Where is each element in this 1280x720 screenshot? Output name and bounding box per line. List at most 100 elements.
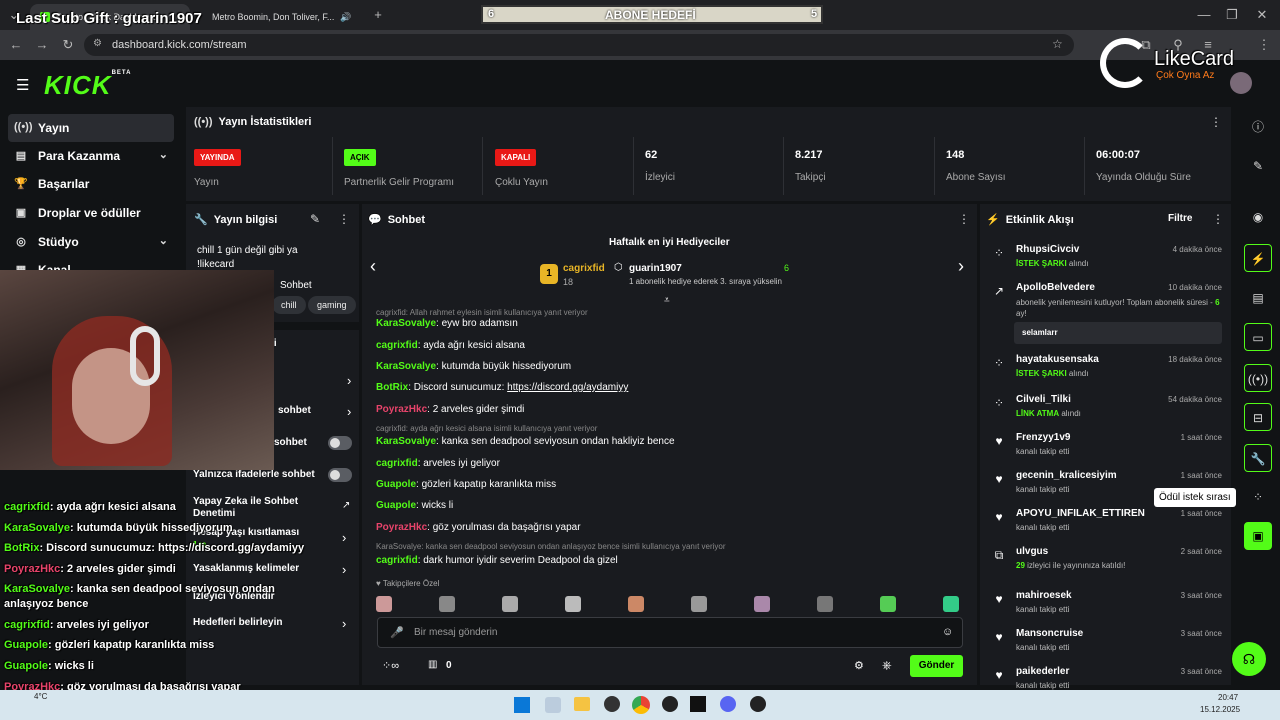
chat-username[interactable]: PoyrazHkc bbox=[376, 522, 427, 533]
kick-logo[interactable]: KICKBETA bbox=[44, 70, 131, 101]
pencil-icon[interactable]: ✎ bbox=[1244, 152, 1272, 180]
explorer-icon[interactable] bbox=[574, 697, 590, 711]
activity-username[interactable]: ApolloBelvedere bbox=[1016, 282, 1095, 293]
emote-icon[interactable] bbox=[817, 596, 833, 612]
chevron-right-icon[interactable]: › bbox=[958, 256, 964, 277]
info-icon[interactable]: ⓘ bbox=[1244, 113, 1272, 141]
emote-only-toggle[interactable] bbox=[328, 468, 352, 482]
chevron-right-icon[interactable]: › bbox=[342, 562, 346, 577]
emote-icon[interactable] bbox=[880, 596, 896, 612]
chevron-left-icon[interactable]: ‹ bbox=[370, 256, 376, 277]
chat-username[interactable]: cagrixfid bbox=[376, 555, 418, 566]
wrench-button-icon[interactable]: 🔧 bbox=[1244, 444, 1272, 472]
broadcast-button-icon[interactable]: ((•)) bbox=[1244, 364, 1272, 392]
activity-username[interactable]: Cilveli_Tilki bbox=[1016, 394, 1071, 405]
chat-message[interactable]: Guapole: wicks li bbox=[376, 500, 453, 511]
emoji-icon[interactable]: ☺ bbox=[942, 626, 953, 638]
chat-message[interactable]: PoyrazHkc: 2 arveles gider şimdi bbox=[376, 404, 524, 415]
emote-icon[interactable] bbox=[691, 596, 707, 612]
chart-icon[interactable]: ↗ bbox=[342, 500, 350, 511]
activity-menu-icon[interactable]: ⋮ bbox=[1212, 212, 1224, 226]
activity-username[interactable]: mahiroesek bbox=[1016, 590, 1072, 601]
layout-icon[interactable]: ⊟ bbox=[1244, 403, 1272, 431]
chat-username[interactable]: Guapole bbox=[376, 479, 416, 490]
emote-icon[interactable] bbox=[628, 596, 644, 612]
activity-username[interactable]: ulvgus bbox=[1016, 546, 1048, 557]
app-icon[interactable] bbox=[690, 696, 706, 712]
url-input[interactable]: ⚙ dashboard.kick.com/stream ☆ bbox=[84, 34, 1074, 56]
stats-menu-icon[interactable]: ⋮ bbox=[1210, 115, 1222, 129]
chevron-right-icon[interactable]: › bbox=[342, 616, 346, 631]
activity-username[interactable]: gecenin_kralicesiyim bbox=[1016, 470, 1117, 481]
chat-username[interactable]: KaraSovalye bbox=[376, 436, 436, 447]
chat-username[interactable]: cagrixfid bbox=[376, 458, 418, 469]
infinity-icon[interactable]: ⁘∞ bbox=[382, 659, 399, 672]
audio-icon[interactable]: 🔊 bbox=[340, 12, 351, 23]
maximize-icon[interactable]: ❐ bbox=[1224, 7, 1240, 23]
windows-start-icon[interactable] bbox=[514, 697, 530, 713]
mic-icon[interactable]: 🎤 bbox=[390, 626, 404, 639]
reload-icon[interactable]: ↻ bbox=[60, 37, 76, 53]
store-icon[interactable]: ▥ bbox=[428, 659, 437, 670]
tag-chip[interactable]: gaming bbox=[308, 296, 356, 314]
camera-icon[interactable]: ◉ bbox=[1244, 203, 1272, 231]
chat-username[interactable]: KaraSovalye bbox=[376, 361, 436, 372]
chrome-icon[interactable] bbox=[632, 696, 650, 714]
chat-message[interactable]: KaraSovalye: kutumda büyük hissediyorum bbox=[376, 361, 571, 372]
activity-username[interactable]: APOYU_INFILAK_ETTIREN bbox=[1016, 508, 1145, 519]
emote-icon[interactable] bbox=[439, 596, 455, 612]
chat-message[interactable]: Guapole: gözleri kapatıp karanlıkta miss bbox=[376, 479, 556, 490]
sidebar-item-basarilar[interactable]: 🏆 Başarılar bbox=[8, 170, 174, 198]
emote-icon[interactable] bbox=[943, 596, 959, 612]
chat-link[interactable]: https://discord.gg/aydamiyy bbox=[507, 382, 628, 393]
chat-button-icon[interactable]: ▭ bbox=[1244, 323, 1272, 351]
stream-info-menu-icon[interactable]: ⋮ bbox=[338, 212, 350, 226]
activity-username[interactable]: hayatakusensaka bbox=[1016, 354, 1099, 365]
chat-username[interactable]: KaraSovalye bbox=[376, 318, 436, 329]
chat-input[interactable]: 🎤 Bir mesaj gönderin ☺ bbox=[377, 617, 963, 648]
emote-icon[interactable] bbox=[754, 596, 770, 612]
g-app-icon-2[interactable] bbox=[750, 696, 766, 712]
document-icon[interactable]: ▤ bbox=[1244, 284, 1272, 312]
collapse-icon[interactable]: ⩡ bbox=[664, 295, 670, 306]
activity-username[interactable]: Mansoncruise bbox=[1016, 628, 1083, 639]
chat-username[interactable]: BotRix bbox=[376, 382, 408, 393]
g-app-icon[interactable] bbox=[662, 696, 678, 712]
chat-message[interactable]: KaraSovalye: kanka sen deadpool seviyosu… bbox=[376, 436, 675, 447]
bookmark-star-icon[interactable]: ☆ bbox=[1052, 37, 1063, 51]
chat-message[interactable]: KaraSovalye: eyw bro adamsın bbox=[376, 318, 518, 329]
robot-icon[interactable]: ⎈ bbox=[882, 658, 892, 673]
close-window-icon[interactable]: ✕ bbox=[1254, 7, 1270, 23]
reward-queue-icon[interactable]: ⁘ bbox=[1244, 483, 1272, 511]
emote-icon[interactable] bbox=[376, 596, 392, 612]
tab-music[interactable]: Metro Boomin, Don Toliver, F... 🔊 ✕ bbox=[196, 4, 356, 30]
sidebar-item-para-kazanma[interactable]: ▤ Para Kazanma ⌄ bbox=[8, 142, 174, 170]
chrome-menu-icon[interactable]: ⋮ bbox=[1256, 37, 1272, 53]
sidebar-item-droplar[interactable]: ▣ Droplar ve ödüller bbox=[8, 199, 174, 227]
kick-app-icon[interactable]: ▣ bbox=[1244, 522, 1272, 550]
site-info-icon[interactable]: ⚙ bbox=[93, 38, 102, 49]
filter-button[interactable]: Filtre bbox=[1168, 213, 1192, 224]
chat-username[interactable]: Guapole bbox=[376, 500, 416, 511]
chat-message[interactable]: BotRix: Discord sunucumuz: https://disco… bbox=[376, 382, 628, 393]
chat-username[interactable]: cagrixfid bbox=[376, 340, 418, 351]
toggle-switch[interactable] bbox=[328, 436, 352, 450]
settings-gear-icon[interactable]: ⚙ bbox=[854, 659, 864, 672]
chat-menu-icon[interactable]: ⋮ bbox=[958, 212, 970, 226]
help-chat-icon[interactable]: ☊ bbox=[1232, 642, 1266, 676]
discord-icon[interactable] bbox=[720, 696, 736, 712]
activity-username[interactable]: paikederler bbox=[1016, 666, 1069, 677]
emote-icon[interactable] bbox=[565, 596, 581, 612]
chat-message[interactable]: PoyrazHkc: göz yorulması da başağrısı ya… bbox=[376, 522, 581, 533]
obs-icon[interactable] bbox=[604, 696, 620, 712]
new-tab-button[interactable]: + bbox=[370, 7, 386, 23]
minimize-icon[interactable]: — bbox=[1196, 7, 1212, 23]
chevron-right-icon[interactable]: › bbox=[347, 373, 351, 388]
menu-icon[interactable]: ☰ bbox=[16, 76, 29, 94]
edit-icon[interactable]: ✎ bbox=[310, 212, 320, 226]
chat-message[interactable]: cagrixfid: ayda ağrı kesici alsana bbox=[376, 340, 525, 351]
sidebar-item-studyo[interactable]: ◎ Stüdyo ⌄ bbox=[8, 228, 174, 256]
back-icon[interactable]: ← bbox=[8, 37, 24, 53]
tag-chip[interactable]: chill bbox=[272, 296, 306, 314]
emote-icon[interactable] bbox=[502, 596, 518, 612]
